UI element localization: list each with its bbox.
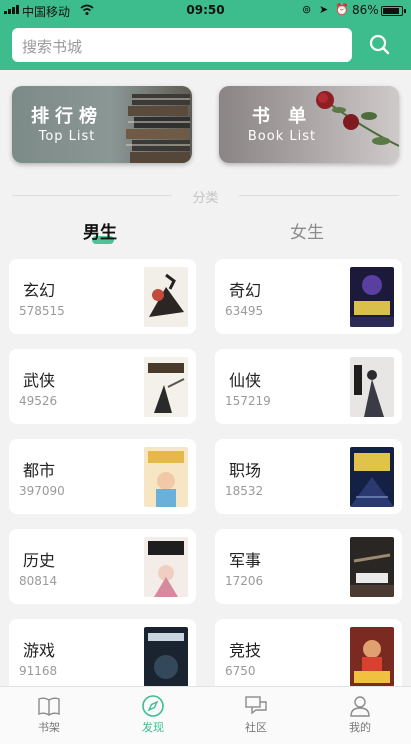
book-cover-image — [144, 447, 188, 507]
book-cover-image — [144, 537, 188, 597]
category-name: 武侠 — [23, 371, 56, 390]
book-cover-image — [350, 537, 394, 597]
tab-male[interactable]: 男生 — [83, 218, 117, 243]
category-count: 18532 — [225, 484, 264, 498]
category-name: 历史 — [23, 551, 56, 570]
category-count: 157219 — [225, 394, 271, 408]
status-time: 09:50 — [186, 3, 225, 17]
category-card-youxi[interactable]: 游戏 91168 — [9, 619, 196, 694]
category-card-qihuan[interactable]: 奇幻 63495 — [215, 259, 402, 334]
ranking-subtitle: Top List — [38, 129, 96, 144]
category-card-zhichang[interactable]: 职场 18532 — [215, 439, 402, 514]
category-name: 竞技 — [229, 641, 262, 660]
category-card-lishi[interactable]: 历史 80814 — [9, 529, 196, 604]
bottom-tab-bar: 书架 发现 社区 我的 — [0, 686, 411, 744]
status-bar: 中国移动 09:50 ⊚ ➤ ⏰ 86% — [0, 0, 411, 22]
ranking-list-banner[interactable]: 排行榜 Top List — [12, 86, 192, 163]
alarm-icon: ⏰ — [335, 3, 349, 16]
battery-icon — [381, 6, 403, 16]
book-cover-image — [144, 357, 188, 417]
category-card-dushi[interactable]: 都市 397090 — [9, 439, 196, 514]
category-label: 分类 — [192, 191, 219, 206]
book-cover-image — [350, 627, 394, 687]
tab-discover[interactable]: 发现 — [113, 687, 193, 744]
tab-label: 书架 — [38, 721, 60, 734]
category-card-xuanhuan[interactable]: 玄幻 578515 — [9, 259, 196, 334]
search-icon[interactable] — [360, 28, 400, 62]
user-icon — [350, 696, 370, 717]
tab-community[interactable]: 社区 — [216, 687, 296, 744]
tab-label: 我的 — [349, 721, 371, 734]
book-list-subtitle: Book List — [247, 129, 317, 144]
orientation-lock-icon: ⊚ — [302, 3, 312, 16]
tab-female[interactable]: 女生 — [290, 218, 324, 243]
chat-icon — [245, 696, 267, 715]
category-card-junshi[interactable]: 军事 17206 — [215, 529, 402, 604]
category-count: 91168 — [19, 664, 58, 678]
category-divider: 分类 — [12, 187, 399, 206]
category-count: 63495 — [225, 304, 264, 318]
search-input[interactable]: 搜索书城 — [12, 28, 352, 62]
category-count: 80814 — [19, 574, 58, 588]
category-count: 49526 — [19, 394, 58, 408]
book-cover-image — [350, 357, 394, 417]
category-card-xianxia[interactable]: 仙侠 157219 — [215, 349, 402, 424]
category-count: 397090 — [19, 484, 65, 498]
category-name: 游戏 — [23, 641, 56, 660]
category-name: 奇幻 — [229, 281, 262, 300]
location-icon: ➤ — [319, 3, 329, 16]
book-cover-image — [144, 267, 188, 327]
ranking-title: 排行榜 — [31, 106, 103, 127]
book-list-title: 书 单 — [251, 106, 313, 127]
category-card-jingji[interactable]: 竞技 6750 — [215, 619, 402, 694]
search-placeholder: 搜索书城 — [22, 38, 83, 56]
book-icon — [38, 697, 60, 716]
battery-percent: 86% — [352, 3, 379, 17]
book-list-banner[interactable]: 书 单 Book List — [219, 86, 399, 163]
category-name: 都市 — [23, 461, 56, 480]
book-cover-image — [350, 267, 394, 327]
tab-bookshelf[interactable]: 书架 — [9, 687, 89, 744]
tab-label: 发现 — [142, 721, 164, 734]
book-cover-image — [144, 627, 188, 687]
category-name: 玄幻 — [23, 281, 56, 300]
category-name: 军事 — [229, 551, 262, 570]
book-stack-image — [126, 94, 190, 163]
category-count: 578515 — [19, 304, 65, 318]
compass-icon — [142, 695, 164, 717]
category-card-wuxia[interactable]: 武侠 49526 — [9, 349, 196, 424]
tab-profile[interactable]: 我的 — [320, 687, 400, 744]
tab-label: 社区 — [245, 721, 267, 734]
book-cover-image — [350, 447, 394, 507]
category-count: 17206 — [225, 574, 264, 588]
category-name: 仙侠 — [229, 371, 262, 390]
category-name: 职场 — [229, 461, 262, 480]
category-count: 6750 — [225, 664, 256, 678]
